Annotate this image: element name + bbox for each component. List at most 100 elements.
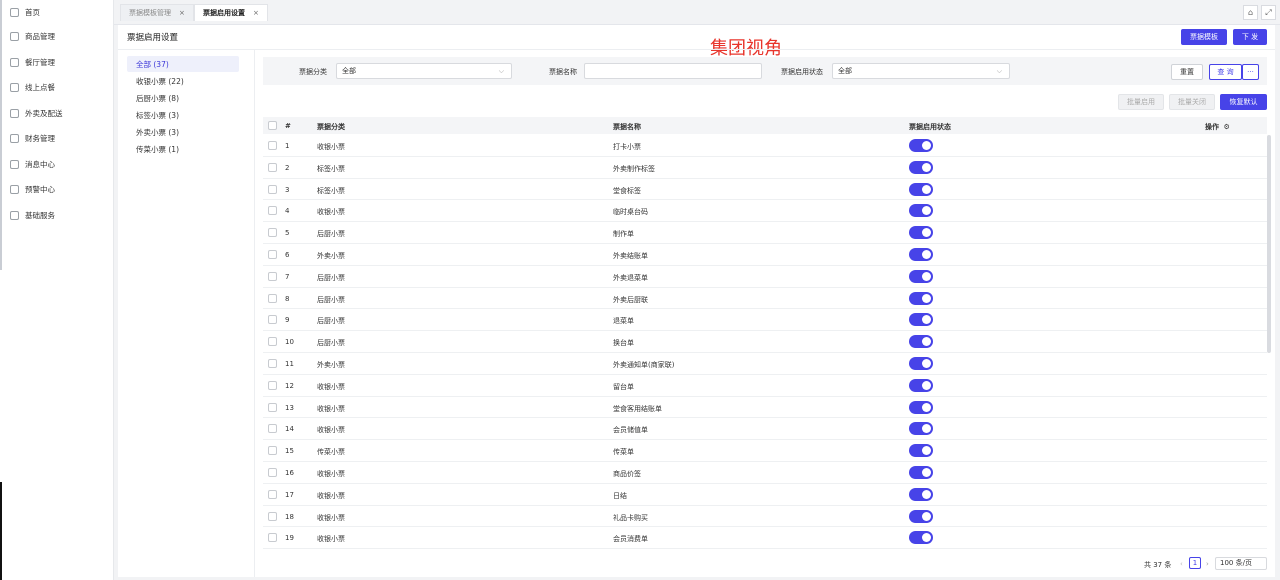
batch-enable-button[interactable]: 批量启用 xyxy=(1118,94,1164,110)
category-item[interactable]: 全部 (37) xyxy=(127,56,239,72)
row-category: 外卖小票 xyxy=(317,361,345,369)
sidebar-item-label: 预警中心 xyxy=(25,185,55,195)
table-scrollbar[interactable] xyxy=(1267,135,1271,353)
fullscreen-icon[interactable]: ⤢ xyxy=(1261,5,1276,20)
restore-default-button[interactable]: 恢复默认 xyxy=(1220,94,1267,110)
category-item[interactable]: 后厨小票 (8) xyxy=(127,90,239,106)
sidebar-item-4[interactable]: 外卖及配送 xyxy=(0,101,113,127)
table-row: 1 收银小票 打卡小票 xyxy=(263,135,1267,157)
scroll-edge xyxy=(0,0,2,270)
status-toggle[interactable] xyxy=(909,313,933,327)
row-name: 打卡小票 xyxy=(613,143,641,151)
col-ops: 操作 ⚙ xyxy=(1205,122,1230,132)
row-category: 收银小票 xyxy=(317,426,345,435)
table-row: 11 外卖小票 外卖通知单(商家联) xyxy=(263,353,1267,375)
row-checkbox[interactable] xyxy=(268,141,277,150)
sidebar-item-6[interactable]: 消息中心 xyxy=(0,152,113,178)
row-checkbox[interactable] xyxy=(268,380,277,390)
status-toggle[interactable] xyxy=(909,378,933,392)
row-checkbox[interactable] xyxy=(268,337,277,347)
row-checkbox[interactable] xyxy=(268,162,277,172)
more-icon[interactable]: ··· xyxy=(1242,64,1259,80)
close-icon[interactable]: × xyxy=(253,9,259,17)
row-checkbox[interactable] xyxy=(268,315,277,325)
tab-ticket-enable-settings[interactable]: 票据启用设置 × xyxy=(194,4,268,21)
sidebar-item-2[interactable]: 餐厅管理 xyxy=(0,50,113,76)
row-checkbox[interactable] xyxy=(268,359,277,368)
row-checkbox[interactable] xyxy=(268,402,277,412)
status-toggle[interactable] xyxy=(909,269,933,283)
row-checkbox[interactable] xyxy=(268,511,277,521)
page-1-button[interactable]: 1 xyxy=(1189,557,1201,569)
restaurant-icon xyxy=(10,57,19,67)
category-filter-label: 票据分类 xyxy=(299,68,327,76)
row-category: 收银小票 xyxy=(317,491,345,500)
divider xyxy=(254,50,255,577)
row-checkbox[interactable] xyxy=(268,250,277,259)
status-toggle[interactable] xyxy=(909,204,933,218)
status-toggle[interactable] xyxy=(909,160,933,174)
lock-icon[interactable]: ⌂ xyxy=(1243,5,1258,20)
row-category: 标签小票 xyxy=(317,186,345,195)
status-toggle[interactable] xyxy=(909,531,933,545)
select-all-checkbox[interactable] xyxy=(268,121,277,130)
status-toggle[interactable] xyxy=(909,487,933,501)
row-checkbox[interactable] xyxy=(268,228,277,238)
status-toggle[interactable] xyxy=(909,248,933,261)
ticket-template-button[interactable]: 票据模板 xyxy=(1181,29,1227,45)
status-toggle[interactable] xyxy=(909,444,933,458)
row-name: 礼品卡购买 xyxy=(613,513,648,522)
sidebar-item-0[interactable]: 首页 xyxy=(0,0,113,24)
status-toggle[interactable] xyxy=(909,226,933,240)
sidebar-item-label: 财务管理 xyxy=(25,134,55,144)
reset-button[interactable]: 重置 xyxy=(1171,64,1203,80)
status-toggle[interactable] xyxy=(909,182,933,196)
batch-disable-button[interactable]: 批量关闭 xyxy=(1169,94,1215,110)
gear-icon[interactable]: ⚙ xyxy=(1223,123,1229,131)
sidebar-item-3[interactable]: 线上点餐 xyxy=(0,75,113,101)
table-row: 15 传菜小票 传菜单 xyxy=(263,440,1267,462)
category-item[interactable]: 传菜小票 (1) xyxy=(127,141,239,157)
close-icon[interactable]: × xyxy=(179,9,185,17)
tab-ticket-template[interactable]: 票据模板管理 × xyxy=(120,4,194,21)
row-category: 收银小票 xyxy=(317,208,345,217)
category-item[interactable]: 外卖小票 (3) xyxy=(127,124,239,140)
status-toggle[interactable] xyxy=(909,422,933,436)
sidebar-item-7[interactable]: 预警中心 xyxy=(0,177,113,203)
row-checkbox[interactable] xyxy=(268,293,277,303)
status-toggle[interactable] xyxy=(909,509,933,523)
row-checkbox[interactable] xyxy=(268,533,277,543)
tab-bar: 票据模板管理 × 票据启用设置 × ⌂ ⤢ xyxy=(114,0,1280,25)
table-row: 7 后厨小票 外卖退菜单 xyxy=(263,266,1267,288)
status-toggle[interactable] xyxy=(909,357,933,370)
category-item[interactable]: 标签小票 (3) xyxy=(127,107,239,123)
row-checkbox[interactable] xyxy=(268,271,277,281)
sidebar-item-8[interactable]: 基础服务 xyxy=(0,203,113,229)
row-checkbox[interactable] xyxy=(268,489,277,499)
status-select[interactable]: 全部 ⌵ xyxy=(832,63,1010,79)
row-checkbox[interactable] xyxy=(268,468,277,477)
row-index: 7 xyxy=(285,272,290,281)
page-size-select[interactable]: 100 条/页 xyxy=(1215,557,1267,570)
category-select[interactable]: 全部 ⌵ xyxy=(336,63,512,79)
sidebar-item-1[interactable]: 商品管理 xyxy=(0,24,113,50)
prev-page-icon[interactable]: ‹ xyxy=(1180,560,1183,568)
status-toggle[interactable] xyxy=(909,335,933,349)
row-checkbox[interactable] xyxy=(268,424,277,434)
issue-button[interactable]: 下 发 xyxy=(1233,29,1267,45)
sidebar-item-5[interactable]: 财务管理 xyxy=(0,126,113,152)
status-toggle[interactable] xyxy=(909,291,933,305)
row-checkbox[interactable] xyxy=(268,184,277,194)
row-checkbox[interactable] xyxy=(268,206,277,216)
col-index: # xyxy=(285,122,291,130)
name-input[interactable] xyxy=(584,63,762,79)
next-page-icon[interactable]: › xyxy=(1206,560,1209,568)
row-checkbox[interactable] xyxy=(268,446,277,456)
status-toggle[interactable] xyxy=(909,466,933,479)
row-category: 收银小票 xyxy=(317,143,345,151)
category-item[interactable]: 收银小票 (22) xyxy=(127,73,239,89)
query-button[interactable]: 查 询 xyxy=(1209,64,1242,80)
status-toggle[interactable] xyxy=(909,400,933,414)
alert-icon xyxy=(10,185,19,195)
status-toggle[interactable] xyxy=(909,139,933,152)
